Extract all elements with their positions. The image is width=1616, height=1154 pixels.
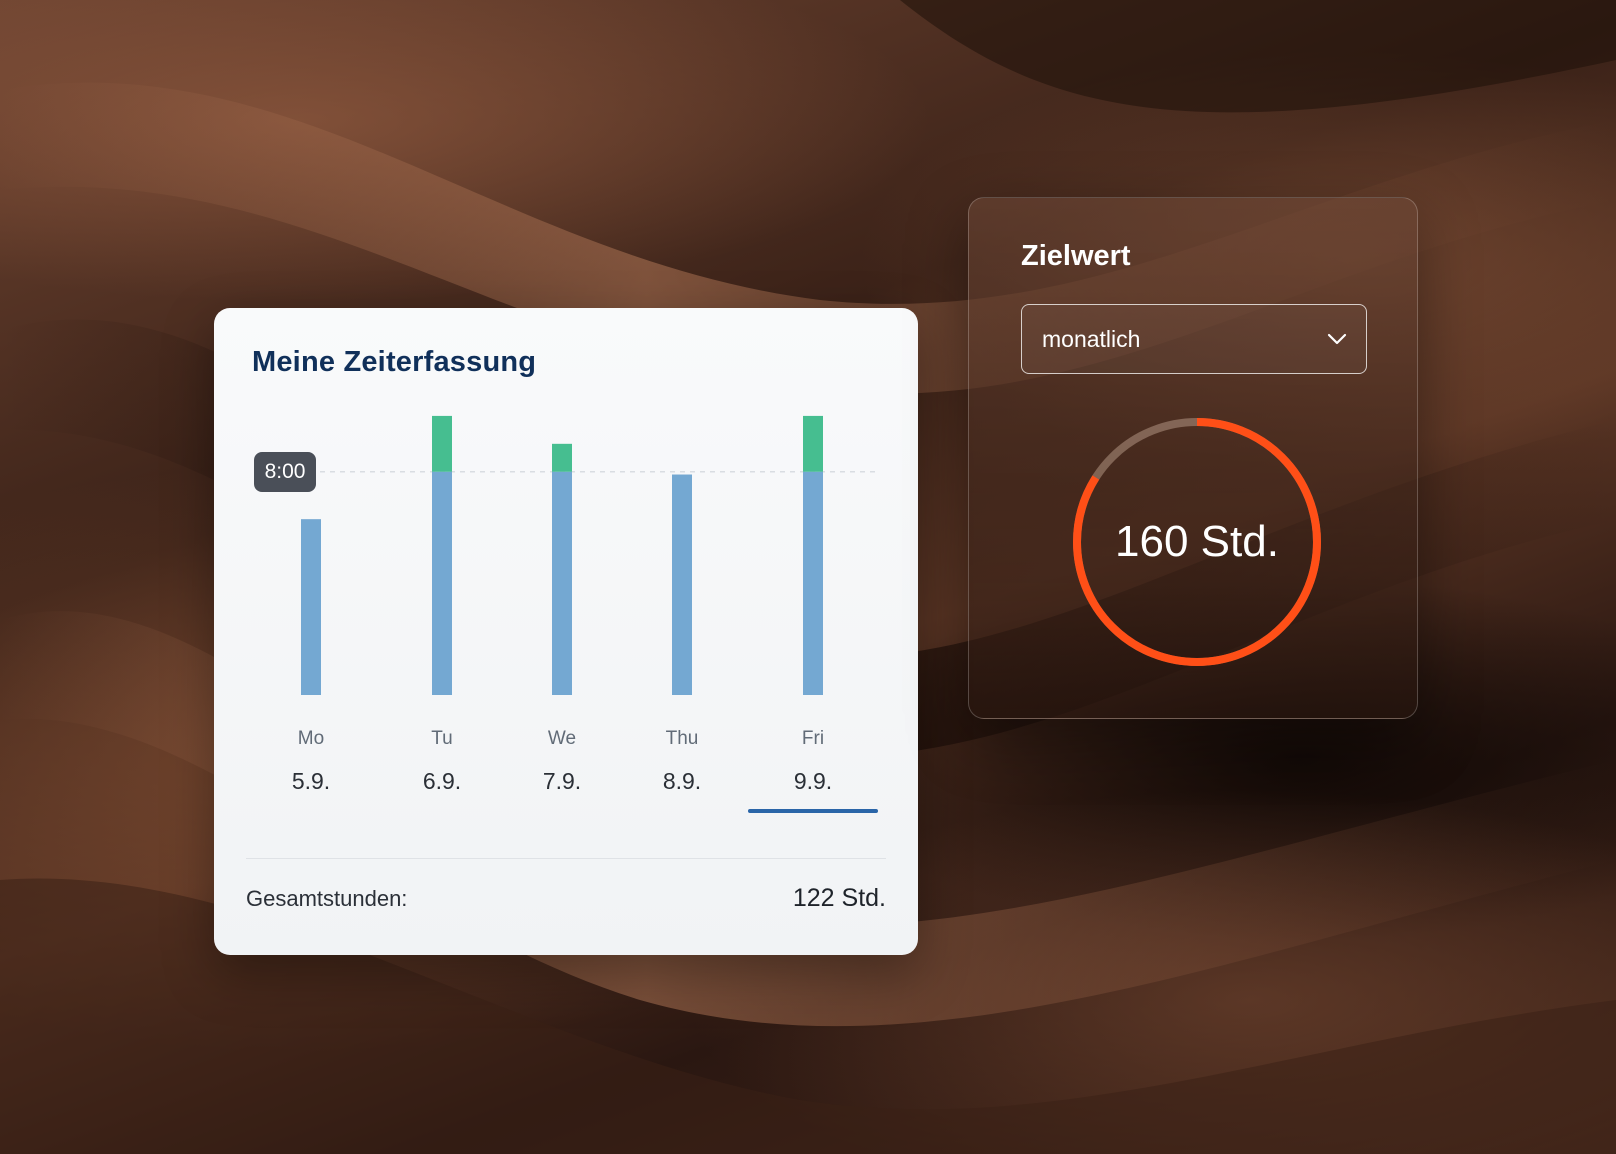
total-hours-label: Gesamtstunden: <box>246 886 408 911</box>
gauge-value: 160 Std. <box>1115 517 1279 566</box>
card-title: Zielwert <box>1021 240 1131 272</box>
day-label-we[interactable]: We <box>512 728 612 750</box>
target-value-card: Zielwert monatlich 160 Std. <box>968 197 1418 719</box>
selected-day-underline <box>748 809 878 813</box>
bar-regular-fri[interactable] <box>803 471 823 695</box>
bar-overtime-we[interactable] <box>552 443 572 472</box>
day-label-thu[interactable]: Thu <box>632 728 732 750</box>
period-select[interactable]: monatlich <box>1021 304 1367 374</box>
time-tracking-card: Meine Zeiterfassung 8:00 Mo 5.9. Tu 6.9. We 7… <box>214 308 918 955</box>
date-label-thu[interactable]: 8.9. <box>632 768 732 795</box>
day-label-mo[interactable]: Mo <box>261 728 361 750</box>
date-label-fri[interactable]: 9.9. <box>763 768 863 795</box>
day-label-fri[interactable]: Fri <box>763 728 863 750</box>
day-label-tu[interactable]: Tu <box>392 728 492 750</box>
total-hours-value: 122 Std. <box>792 884 886 912</box>
weekly-hours-chart <box>301 415 878 695</box>
bar-overtime-tu[interactable] <box>432 415 452 472</box>
reference-line-badge: 8:00 <box>254 451 316 492</box>
bar-regular-mo[interactable] <box>301 519 321 695</box>
bar-overtime-fri[interactable] <box>803 415 823 472</box>
period-select-value: monatlich <box>1042 326 1141 352</box>
bar-regular-thu[interactable] <box>672 474 692 695</box>
date-label-we[interactable]: 7.9. <box>512 768 612 795</box>
bar-regular-we[interactable] <box>552 471 572 695</box>
date-label-mo[interactable]: 5.9. <box>261 768 361 795</box>
date-label-tu[interactable]: 6.9. <box>392 768 492 795</box>
bar-regular-tu[interactable] <box>432 471 452 695</box>
divider <box>246 858 886 859</box>
chevron-down-icon <box>1327 333 1347 345</box>
